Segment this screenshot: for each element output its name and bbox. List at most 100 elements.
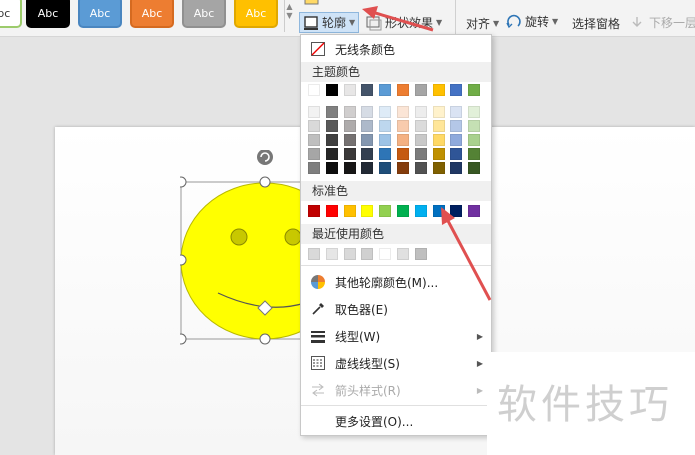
theme-shade-swatch[interactable] xyxy=(450,148,463,160)
fill-button[interactable] xyxy=(304,0,320,8)
theme-shade-swatch[interactable] xyxy=(379,120,392,132)
theme-shade-swatch[interactable] xyxy=(414,106,427,118)
theme-shade-swatch[interactable] xyxy=(361,148,374,160)
outline-label: 轮廓 xyxy=(322,16,347,30)
theme-shade-swatch[interactable] xyxy=(361,120,374,132)
align-button[interactable]: 对齐 ▼ xyxy=(466,15,499,32)
theme-shade-swatch[interactable] xyxy=(397,162,409,174)
theme-color-swatch[interactable] xyxy=(432,84,445,96)
ribbon-toolbar: AbcAbcAbcAbcAbcAbc ▲▼ 轮廓 ▼ 形状效果 ▼ 对齐 ▼ 旋… xyxy=(0,0,695,37)
theme-shade-swatch[interactable] xyxy=(308,106,320,118)
dash-type-item[interactable]: 虚线线型(S) ▶ xyxy=(301,350,491,376)
theme-shade-swatch[interactable] xyxy=(325,162,338,174)
theme-color-swatch[interactable] xyxy=(325,84,338,96)
theme-shade-swatch[interactable] xyxy=(397,134,409,146)
recent-color-swatch[interactable] xyxy=(361,248,374,260)
outline-button[interactable]: 轮廓 ▼ xyxy=(299,12,360,33)
shape-style-button[interactable]: Abc xyxy=(234,0,278,28)
standard-color-swatch[interactable] xyxy=(308,205,320,217)
theme-shade-swatch[interactable] xyxy=(308,134,320,146)
smiley-shape[interactable] xyxy=(180,150,310,350)
style-gallery-scroll[interactable]: ▲ ▼ xyxy=(284,0,294,32)
theme-shade-swatch[interactable] xyxy=(343,106,356,118)
theme-shade-swatch[interactable] xyxy=(468,106,481,118)
move-down-button[interactable]: 下移一层 xyxy=(630,14,695,31)
rotate-button[interactable]: 旋转 ▼ xyxy=(506,13,558,30)
more-settings-item[interactable]: 更多设置(O)... xyxy=(301,408,491,434)
theme-shade-swatch[interactable] xyxy=(414,162,427,174)
theme-shade-swatch[interactable] xyxy=(414,148,427,160)
recent-color-swatch[interactable] xyxy=(308,248,320,260)
theme-color-swatch[interactable] xyxy=(308,84,320,96)
theme-shade-swatch[interactable] xyxy=(432,162,445,174)
theme-shade-swatch[interactable] xyxy=(325,134,338,146)
theme-shade-swatch[interactable] xyxy=(325,106,338,118)
no-line-icon xyxy=(311,42,325,56)
standard-color-swatch[interactable] xyxy=(379,205,392,217)
standard-color-swatch[interactable] xyxy=(361,205,374,217)
theme-shade-swatch[interactable] xyxy=(379,162,392,174)
theme-shade-swatch[interactable] xyxy=(361,106,374,118)
theme-shade-swatch[interactable] xyxy=(397,106,409,118)
theme-shade-swatch[interactable] xyxy=(379,134,392,146)
theme-shade-swatch[interactable] xyxy=(361,162,374,174)
theme-shade-swatch[interactable] xyxy=(325,148,338,160)
theme-shade-swatch[interactable] xyxy=(432,106,445,118)
theme-shade-swatch[interactable] xyxy=(361,134,374,146)
chevron-down-icon: ▼ xyxy=(349,18,356,27)
theme-shade-swatch[interactable] xyxy=(379,106,392,118)
theme-shade-swatch[interactable] xyxy=(432,148,445,160)
shape-style-button[interactable]: Abc xyxy=(26,0,70,28)
shape-style-button[interactable]: Abc xyxy=(0,0,22,28)
theme-shade-swatch[interactable] xyxy=(468,162,481,174)
theme-color-swatch[interactable] xyxy=(343,84,356,96)
recent-color-swatch[interactable] xyxy=(379,248,392,260)
arrow-style-label: 箭头样式(R) xyxy=(335,383,401,398)
shape-style-button[interactable]: Abc xyxy=(78,0,122,28)
move-down-label: 下移一层 xyxy=(649,16,695,30)
theme-shade-swatch[interactable] xyxy=(450,134,463,146)
shape-style-button[interactable]: Abc xyxy=(130,0,174,28)
standard-color-swatch[interactable] xyxy=(343,205,356,217)
theme-shade-swatch[interactable] xyxy=(397,120,409,132)
recent-color-swatch[interactable] xyxy=(325,248,338,260)
eyedropper-icon xyxy=(311,302,325,316)
theme-shade-swatch[interactable] xyxy=(468,134,481,146)
theme-color-swatch[interactable] xyxy=(414,84,427,96)
recent-color-swatch[interactable] xyxy=(414,248,427,260)
annotation-arrow-top xyxy=(362,6,434,32)
shape-style-button[interactable]: Abc xyxy=(182,0,226,28)
theme-shade-swatch[interactable] xyxy=(343,134,356,146)
theme-shade-swatch[interactable] xyxy=(379,148,392,160)
theme-shade-swatch[interactable] xyxy=(343,162,356,174)
theme-color-swatch[interactable] xyxy=(468,84,481,96)
theme-shade-swatch[interactable] xyxy=(468,148,481,160)
theme-shade-swatch[interactable] xyxy=(343,120,356,132)
theme-shade-swatch[interactable] xyxy=(450,120,463,132)
recent-color-swatch[interactable] xyxy=(397,248,409,260)
standard-color-swatch[interactable] xyxy=(414,205,427,217)
theme-shade-swatch[interactable] xyxy=(468,120,481,132)
theme-shade-swatch[interactable] xyxy=(414,120,427,132)
theme-shade-swatch[interactable] xyxy=(308,148,320,160)
theme-color-swatch[interactable] xyxy=(361,84,374,96)
theme-shade-swatch[interactable] xyxy=(325,120,338,132)
theme-shade-swatch[interactable] xyxy=(397,148,409,160)
theme-shade-swatch[interactable] xyxy=(308,162,320,174)
recent-color-swatch[interactable] xyxy=(343,248,356,260)
line-type-label: 线型(W) xyxy=(335,329,381,344)
theme-shade-swatch[interactable] xyxy=(343,148,356,160)
line-type-item[interactable]: 线型(W) ▶ xyxy=(301,323,491,349)
theme-shade-swatch[interactable] xyxy=(432,134,445,146)
standard-color-swatch[interactable] xyxy=(325,205,338,217)
theme-shade-swatch[interactable] xyxy=(432,120,445,132)
standard-color-swatch[interactable] xyxy=(397,205,409,217)
theme-color-swatch[interactable] xyxy=(397,84,409,96)
theme-color-swatch[interactable] xyxy=(450,84,463,96)
theme-shade-swatch[interactable] xyxy=(308,120,320,132)
theme-shade-swatch[interactable] xyxy=(414,134,427,146)
select-pane-button[interactable]: 选择窗格 xyxy=(572,15,620,32)
theme-shade-swatch[interactable] xyxy=(450,106,463,118)
theme-color-swatch[interactable] xyxy=(379,84,392,96)
theme-shade-swatch[interactable] xyxy=(450,162,463,174)
